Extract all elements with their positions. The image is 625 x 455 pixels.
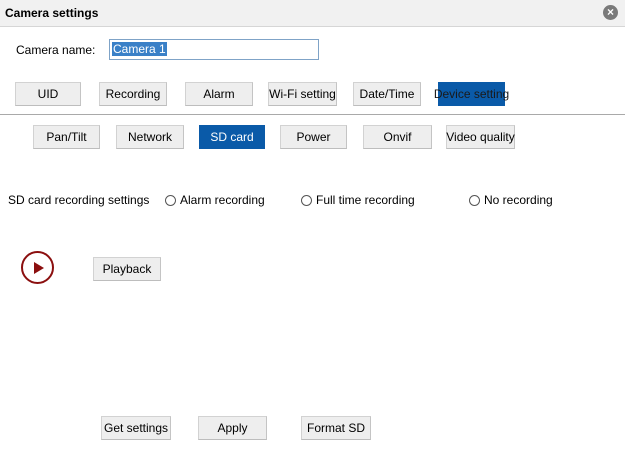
subtab-network[interactable]: Network <box>116 125 184 149</box>
camera-name-value: Camera 1 <box>112 42 167 56</box>
camera-name-input[interactable]: Camera 1 <box>109 39 319 60</box>
tab-divider <box>0 114 625 115</box>
tab-device-setting-label: Device setting <box>433 87 510 101</box>
radio-alarm-recording[interactable]: Alarm recording <box>165 193 265 207</box>
radio-full-time-recording-label: Full time recording <box>316 193 415 207</box>
format-sd-label: Format SD <box>306 421 365 435</box>
radio-button[interactable] <box>165 194 176 206</box>
tab-device-setting[interactable]: Device setting <box>434 82 509 106</box>
close-icon[interactable]: × <box>603 5 618 20</box>
tab-recording-label: Recording <box>105 87 161 101</box>
subtab-power-label: Power <box>296 130 331 144</box>
tab-alarm[interactable]: Alarm <box>185 82 253 106</box>
tab-alarm-label: Alarm <box>203 87 235 101</box>
subtab-power[interactable]: Power <box>280 125 347 149</box>
tab-uid[interactable]: UID <box>15 82 81 106</box>
radio-button[interactable] <box>301 194 312 206</box>
get-settings-label: Get settings <box>103 421 169 435</box>
camera-name-label: Camera name: <box>16 43 96 57</box>
sd-recording-label: SD card recording settings <box>8 193 150 207</box>
tab-date-time-label: Date/Time <box>359 87 415 101</box>
title-bar: Camera settings × <box>0 0 625 27</box>
tab-date-time[interactable]: Date/Time <box>353 82 421 106</box>
apply-label: Apply <box>217 421 248 435</box>
tab-wifi-setting-label: Wi-Fi setting <box>269 87 336 101</box>
tab-uid-label: UID <box>37 87 59 101</box>
play-icon[interactable] <box>21 251 54 284</box>
subtab-pan-tilt-label: Pan/Tilt <box>46 130 87 144</box>
radio-button[interactable] <box>469 194 480 206</box>
get-settings-button[interactable]: Get settings <box>101 416 171 440</box>
subtab-sd-card-label: SD card <box>210 130 254 144</box>
format-sd-button[interactable]: Format SD <box>301 416 371 440</box>
subtab-onvif-label: Onvif <box>383 130 412 144</box>
apply-button[interactable]: Apply <box>198 416 267 440</box>
playback-button-label: Playback <box>102 262 152 276</box>
playback-button[interactable]: Playback <box>93 257 161 281</box>
radio-no-recording[interactable]: No recording <box>469 193 553 207</box>
subtab-video-quality[interactable]: Video quality <box>446 125 515 149</box>
window-title: Camera settings <box>5 6 99 20</box>
tab-recording[interactable]: Recording <box>99 82 167 106</box>
subtab-sd-card[interactable]: SD card <box>199 125 265 149</box>
subtab-network-label: Network <box>127 130 172 144</box>
subtab-pan-tilt[interactable]: Pan/Tilt <box>33 125 100 149</box>
radio-full-time-recording[interactable]: Full time recording <box>301 193 415 207</box>
subtab-video-quality-label: Video quality <box>446 130 515 144</box>
radio-alarm-recording-label: Alarm recording <box>180 193 265 207</box>
radio-no-recording-label: No recording <box>484 193 553 207</box>
subtab-onvif[interactable]: Onvif <box>363 125 432 149</box>
tab-wifi-setting[interactable]: Wi-Fi setting <box>268 82 337 106</box>
